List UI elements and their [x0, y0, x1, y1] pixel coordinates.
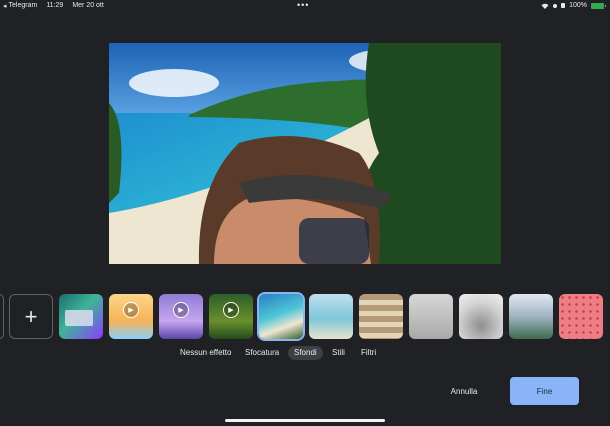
camera-preview	[109, 43, 501, 264]
background-thumb-mountain-lake[interactable]	[509, 294, 553, 339]
background-thumb-beach[interactable]	[257, 292, 305, 341]
play-icon: ▶	[223, 302, 239, 318]
tab-nessun-effetto[interactable]: Nessun effetto	[174, 346, 237, 360]
tab-filtri[interactable]: Filtri	[355, 346, 382, 360]
back-icon: ◂	[3, 3, 7, 10]
background-thumb-cartoon[interactable]: ▶	[109, 294, 153, 339]
tab-sfocatura[interactable]: Sfocatura	[239, 346, 285, 360]
backgrounds-carousel: + ▶ ▶ ▶	[0, 292, 610, 341]
status-bar: ◂ Telegram 11:29 Mer 20 ott ••• 100%	[0, 0, 610, 12]
back-to-app-link[interactable]: ◂ Telegram	[3, 2, 37, 10]
add-icon: +	[24, 303, 38, 329]
background-thumb-office[interactable]	[59, 294, 103, 339]
wifi-icon	[541, 3, 549, 9]
play-icon: ▶	[173, 302, 189, 318]
background-thumb-pink-pattern[interactable]	[559, 294, 603, 339]
multitasking-dots[interactable]: •••	[297, 1, 309, 10]
mic-indicator-icon	[561, 3, 566, 8]
effect-tabs: Nessun effetto Sfocatura Sfondi Stili Fi…	[0, 346, 610, 360]
add-background-button[interactable]: +	[9, 294, 53, 339]
battery-percent: 100%	[569, 2, 587, 9]
done-button[interactable]: Fine	[510, 377, 579, 405]
cancel-button[interactable]: Annulla	[440, 381, 488, 401]
background-thumb-sketch-room[interactable]	[409, 294, 453, 339]
back-app-label: Telegram	[8, 2, 38, 9]
camera-indicator-icon	[553, 3, 558, 8]
home-indicator[interactable]	[225, 419, 385, 422]
background-thumb-bookshelf[interactable]	[359, 294, 403, 339]
background-thumb-purple-room[interactable]: ▶	[159, 294, 203, 339]
office-decor	[65, 310, 93, 326]
background-thumb-sea-horizon[interactable]	[309, 294, 353, 339]
tab-sfondi[interactable]: Sfondi	[288, 346, 323, 360]
background-thumb-forest[interactable]: ▶	[209, 294, 253, 339]
tab-stili[interactable]: Stili	[326, 346, 351, 360]
background-thumb-glass-dome[interactable]	[459, 294, 503, 339]
play-icon: ▶	[123, 302, 139, 318]
thumb-partial[interactable]	[0, 294, 4, 339]
status-date: Mer 20 ott	[72, 2, 104, 9]
battery-icon	[591, 2, 606, 9]
status-time: 11:29	[46, 2, 64, 9]
